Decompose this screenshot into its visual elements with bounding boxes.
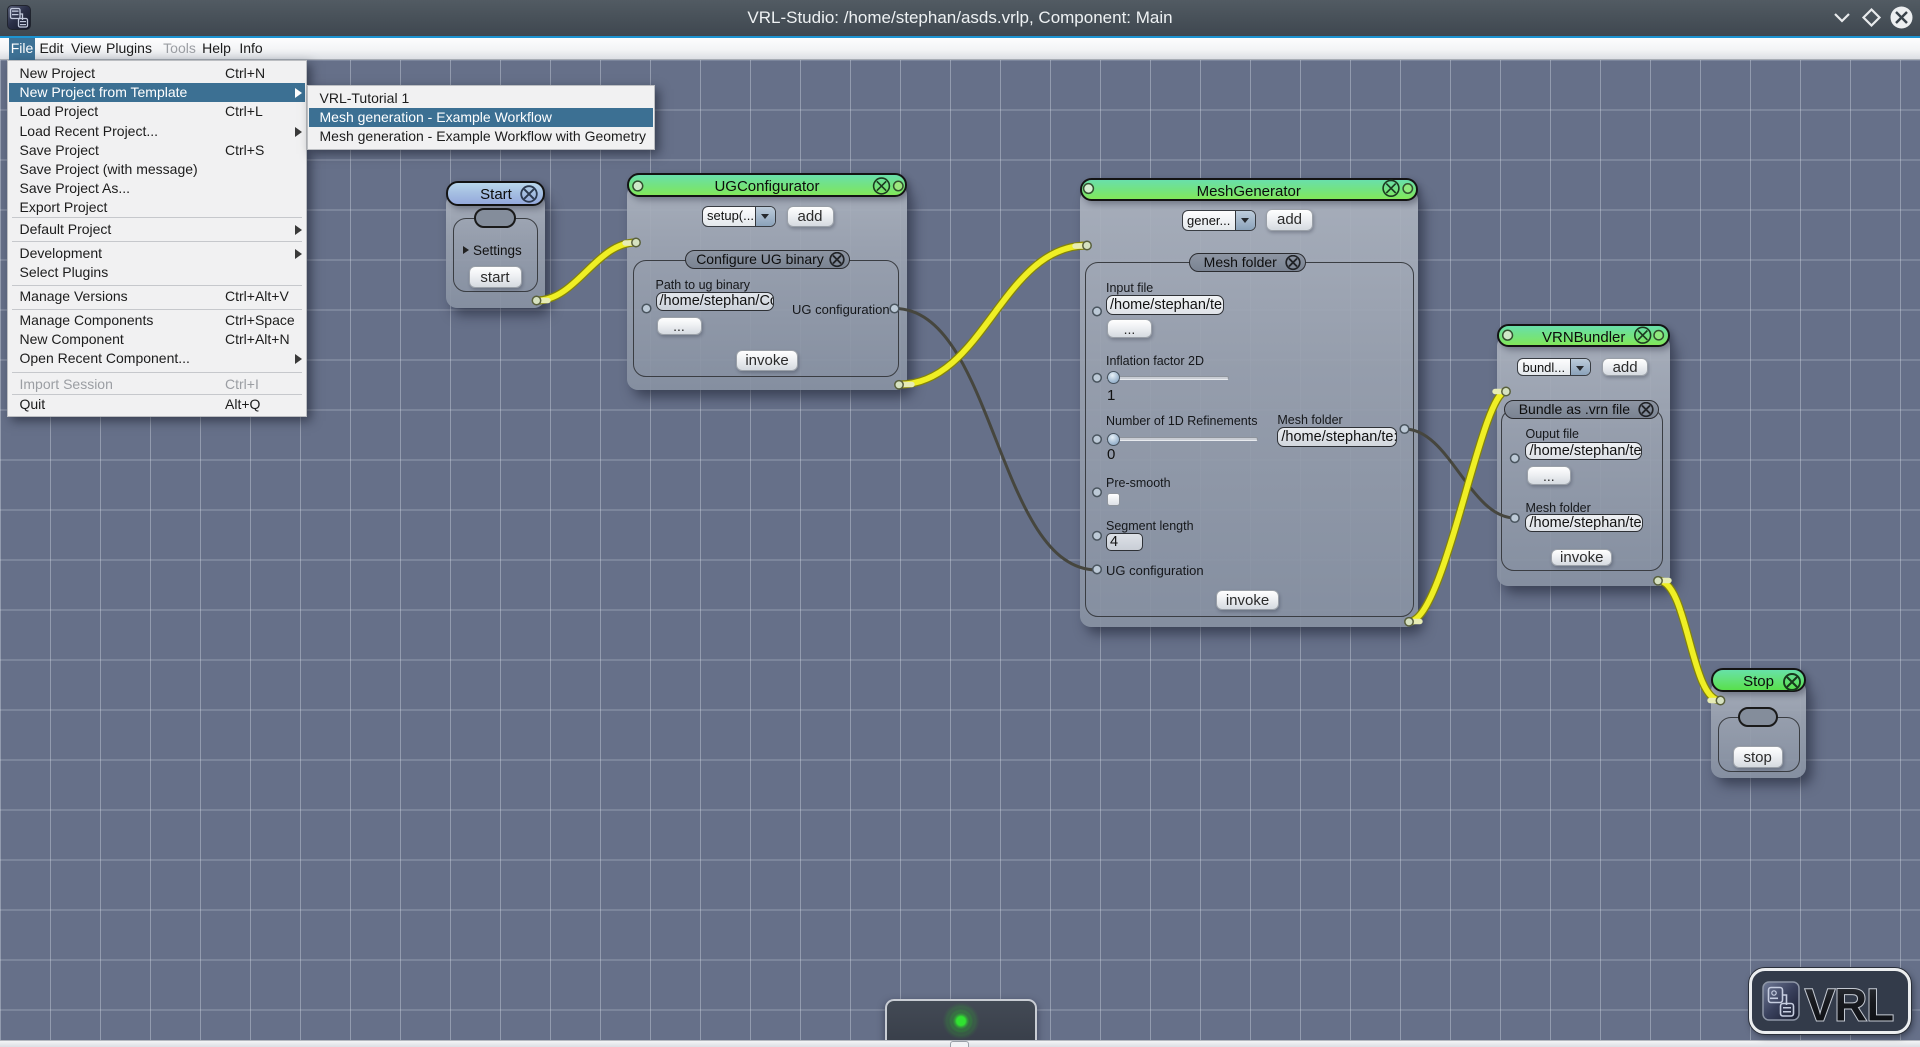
svg-text:VRL: VRL	[1805, 980, 1894, 1031]
